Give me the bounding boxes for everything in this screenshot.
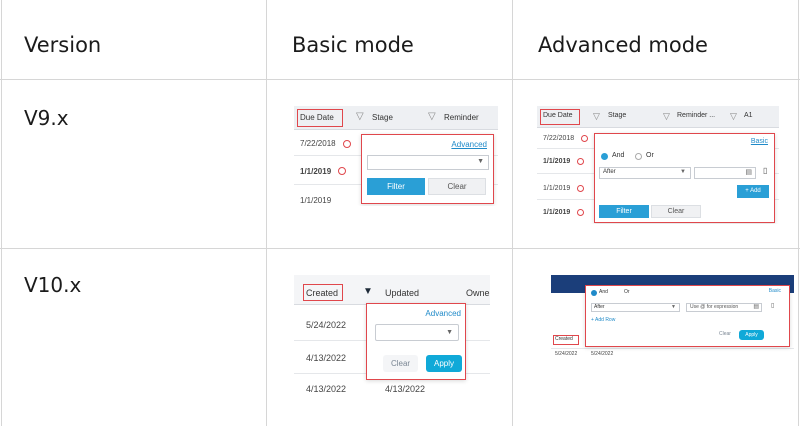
filter-icon[interactable]: ▼ xyxy=(363,286,373,297)
table-rule-row1 xyxy=(0,248,800,249)
and-label: And xyxy=(599,289,608,295)
table-border-left xyxy=(1,0,2,426)
table-border-right xyxy=(798,0,799,426)
date-cell: 1/1/2019 xyxy=(543,158,571,165)
chevron-down-icon: ▼ xyxy=(680,169,686,175)
clear-button[interactable]: Clear xyxy=(428,178,486,195)
table-divider-2 xyxy=(512,0,513,426)
advanced-filter-popup: And Or Basic After ▼ Use @ for expressio… xyxy=(585,285,790,347)
clock-icon xyxy=(338,167,346,175)
date-cell: 4/13/2022 xyxy=(306,384,347,394)
clear-button[interactable]: Clear xyxy=(651,205,701,218)
or-radio[interactable] xyxy=(635,153,642,160)
filter-icon[interactable]: ▽ xyxy=(663,111,670,122)
add-button[interactable]: + Add xyxy=(737,185,769,198)
clear-button[interactable]: Clear xyxy=(714,330,736,339)
v10-basic-screenshot: Created ▼ Updated Owner 5/24/2022 4/13/2… xyxy=(294,275,490,402)
advanced-link[interactable]: Advanced xyxy=(425,309,461,318)
date-cell: 1/1/2019 xyxy=(543,185,571,192)
basic-link[interactable]: Basic xyxy=(751,138,768,145)
column-created[interactable]: Created xyxy=(306,288,338,298)
date-input[interactable]: ▤ xyxy=(694,167,756,179)
filter-select[interactable]: ▼ xyxy=(375,324,459,341)
header-advanced-mode: Advanced mode xyxy=(538,33,708,57)
date-cell: 7/22/2018 xyxy=(300,139,336,148)
or-label: Or xyxy=(646,152,654,159)
column-due-date[interactable]: Due Date xyxy=(543,112,573,119)
apply-button[interactable]: Apply xyxy=(426,355,462,372)
column-reminder[interactable]: Reminder ... xyxy=(677,112,715,119)
column-owner[interactable]: Owner xyxy=(466,288,490,298)
table-rule-header xyxy=(0,79,800,80)
operator-value: After xyxy=(594,304,605,310)
date-cell: 5/24/2022 xyxy=(555,351,578,357)
and-radio[interactable] xyxy=(591,290,597,296)
filter-icon[interactable]: ▽ xyxy=(593,111,600,122)
date-cell: 5/24/2022 xyxy=(306,320,347,330)
date-cell: 1/1/2019 xyxy=(300,167,332,176)
date-cell: 4/13/2022 xyxy=(385,384,426,394)
date-cell: 1/1/2019 xyxy=(300,196,332,205)
v9-advanced-screenshot: Due Date ▽ Stage ▽ Reminder ... ▽ A1 7/2… xyxy=(537,106,779,224)
version-v10: V10.x xyxy=(24,273,82,297)
table-divider-1 xyxy=(266,0,267,426)
operator-select[interactable]: After ▼ xyxy=(591,303,680,312)
column-stage[interactable]: Stage xyxy=(608,112,626,119)
chevron-down-icon: ▼ xyxy=(671,304,676,310)
column-created[interactable]: Created xyxy=(555,336,573,342)
filter-button[interactable]: Filter xyxy=(367,178,425,195)
clock-icon xyxy=(343,140,351,148)
column-due-date[interactable]: Due Date xyxy=(300,113,334,122)
operator-select[interactable]: After ▼ xyxy=(599,167,691,179)
trash-icon[interactable]: ▯ xyxy=(771,302,774,309)
clock-icon xyxy=(577,209,584,216)
v10-advanced-screenshot: Created 5/24/2022 5/24/2022 And Or Basic… xyxy=(551,275,794,363)
expression-input[interactable]: Use @ for expression ▤ xyxy=(686,303,762,312)
v9-basic-screenshot: Due Date ▽ Stage ▽ Reminder 7/22/2018 1/… xyxy=(294,106,498,206)
header-basic-mode: Basic mode xyxy=(292,33,414,57)
expression-placeholder: Use @ for expression xyxy=(690,304,739,310)
advanced-filter-popup: Basic And Or After ▼ ▤ ▯ + Add Filter Cl… xyxy=(594,133,775,223)
or-label: Or xyxy=(624,289,630,295)
basic-filter-popup: Advanced ▼ Filter Clear xyxy=(361,134,494,204)
calendar-icon[interactable]: ▤ xyxy=(745,168,752,176)
and-label: And xyxy=(612,152,625,159)
date-cell: 1/1/2019 xyxy=(543,209,571,216)
row-divider xyxy=(551,348,794,349)
clock-icon xyxy=(581,135,588,142)
column-reminder[interactable]: Reminder xyxy=(444,113,479,122)
filter-icon[interactable]: ▽ xyxy=(428,111,436,122)
filter-select[interactable]: ▼ xyxy=(367,155,489,170)
header-version: Version xyxy=(24,33,102,57)
clear-button[interactable]: Clear xyxy=(383,355,418,372)
filter-icon[interactable]: ▽ xyxy=(356,111,364,122)
add-row-link[interactable]: + Add Row xyxy=(591,317,615,323)
apply-button[interactable]: Apply xyxy=(739,330,764,340)
and-radio[interactable] xyxy=(601,153,608,160)
clock-icon xyxy=(577,185,584,192)
clock-icon xyxy=(577,158,584,165)
basic-link[interactable]: Basic xyxy=(769,288,781,294)
basic-filter-popup: Advanced ▼ Clear Apply xyxy=(366,303,466,380)
date-cell: 5/24/2022 xyxy=(591,351,614,357)
chevron-down-icon: ▼ xyxy=(446,329,453,336)
column-a1[interactable]: A1 xyxy=(744,112,753,119)
calendar-icon[interactable]: ▤ xyxy=(753,303,759,310)
advanced-link[interactable]: Advanced xyxy=(451,140,487,149)
trash-icon[interactable]: ▯ xyxy=(763,166,767,175)
operator-value: After xyxy=(603,169,616,175)
filter-icon[interactable]: ▽ xyxy=(730,111,737,122)
column-stage[interactable]: Stage xyxy=(372,113,393,122)
chevron-down-icon: ▼ xyxy=(477,158,484,165)
version-v9: V9.x xyxy=(24,106,69,130)
date-cell: 7/22/2018 xyxy=(543,135,575,142)
filter-button[interactable]: Filter xyxy=(599,205,649,218)
column-updated[interactable]: Updated xyxy=(385,288,419,298)
date-cell: 4/13/2022 xyxy=(306,353,347,363)
